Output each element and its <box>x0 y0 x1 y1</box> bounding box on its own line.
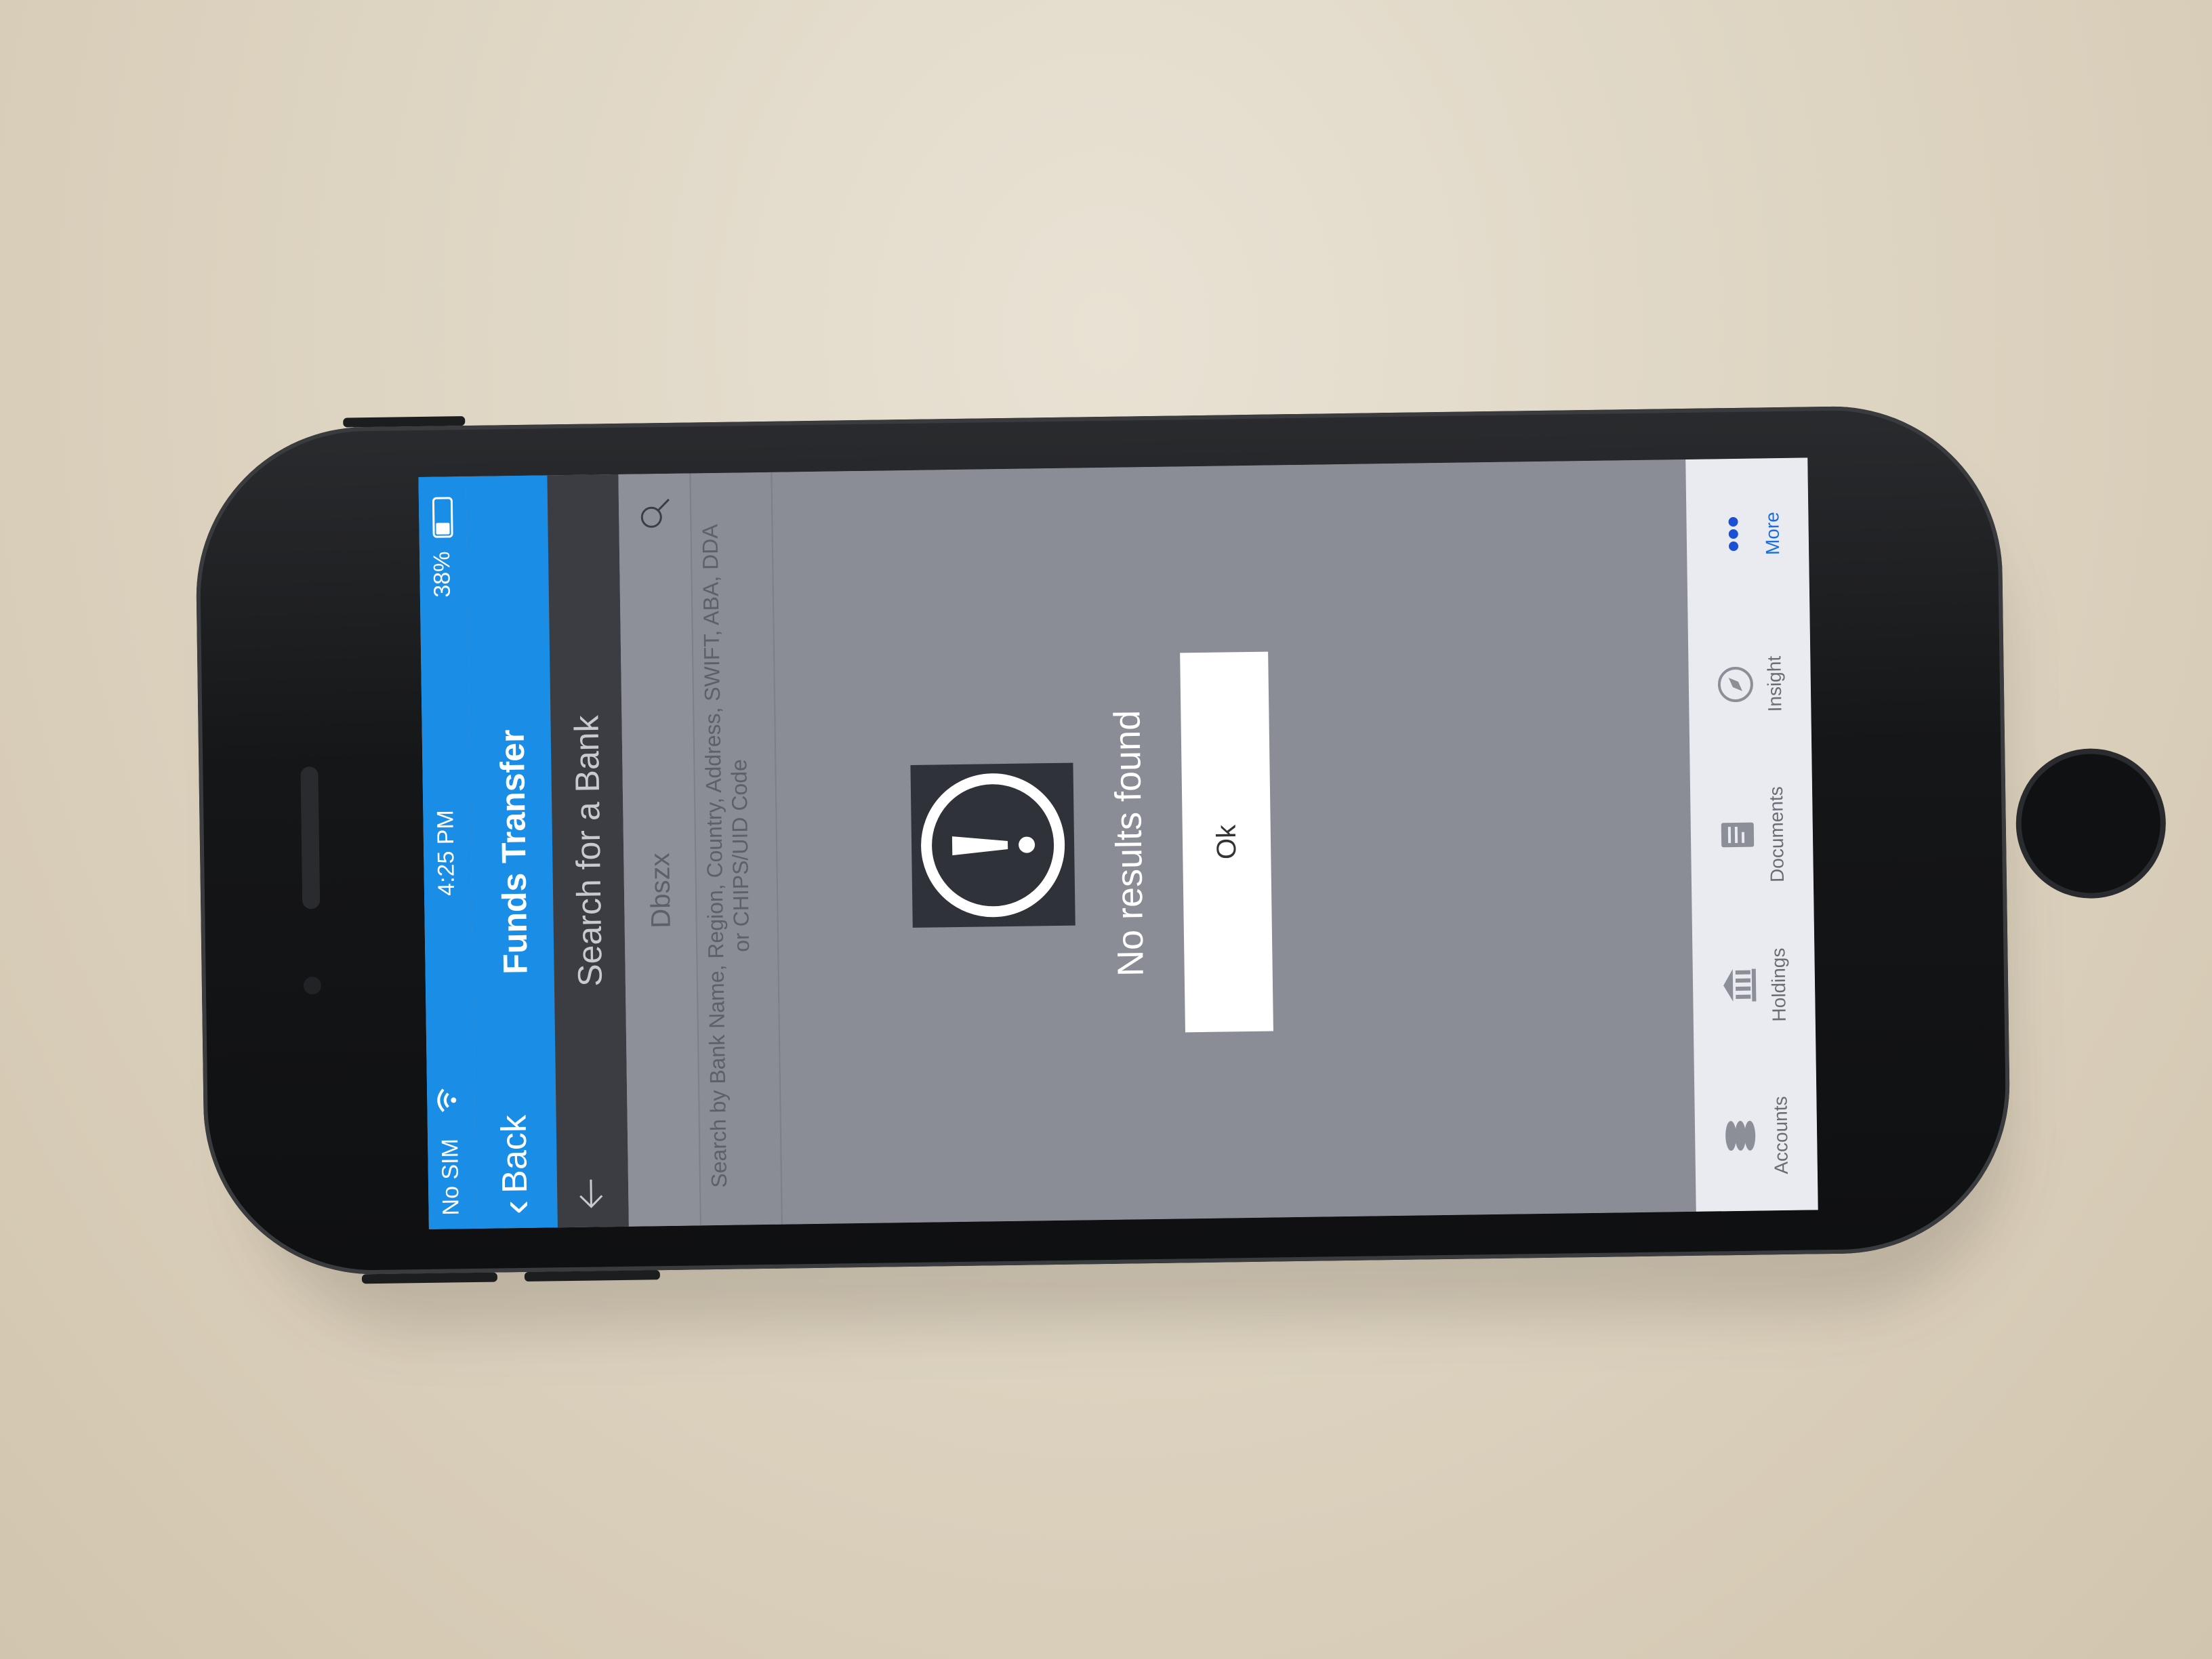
tab-documents[interactable]: Documents <box>1715 759 1788 910</box>
more-dots-icon <box>1728 516 1739 551</box>
app-ui: No SIM 4:25 PM 38% ‹ Back Funds Transfer <box>418 457 1818 1229</box>
document-icon <box>1721 822 1755 848</box>
battery-level <box>436 523 450 535</box>
search-helper-text: Search by Bank Name, Region, Country, Ad… <box>697 524 754 1188</box>
volume-down-button <box>524 1270 660 1282</box>
tab-label: More <box>1761 512 1784 556</box>
tab-insight[interactable]: Insight <box>1713 609 1786 760</box>
tab-label: Documents <box>1765 786 1788 883</box>
home-button[interactable] <box>2015 747 2167 900</box>
tab-bar: Accounts Holdings Documents Insight More <box>1685 457 1818 1212</box>
compass-icon <box>1717 666 1753 702</box>
search-input[interactable] <box>632 554 690 1227</box>
alert-dialog: No results found Ok <box>908 612 1456 1073</box>
nav-bar: ‹ Back Funds Transfer <box>466 475 558 1229</box>
alert-icon-box <box>910 762 1076 928</box>
coins-icon <box>1725 1120 1756 1151</box>
exclamation-icon <box>921 773 1065 918</box>
search-icon[interactable] <box>636 494 675 533</box>
search-header: Search for a Bank <box>547 474 629 1228</box>
ok-button[interactable]: Ok <box>1180 651 1273 1033</box>
volume-up-button <box>361 1272 498 1284</box>
power-button <box>343 416 466 428</box>
phone: No SIM 4:25 PM 38% ‹ Back Funds Transfer <box>194 404 2167 1284</box>
bank-icon <box>1723 968 1757 1002</box>
alert-message: No results found <box>1107 710 1151 977</box>
front-camera <box>303 977 322 995</box>
tab-label: Holdings <box>1767 947 1790 1022</box>
tab-more[interactable]: More <box>1711 458 1784 609</box>
search-field <box>618 473 701 1227</box>
divider <box>771 472 783 1225</box>
tab-label: Accounts <box>1769 1096 1792 1174</box>
phone-screen: No SIM 4:25 PM 38% ‹ Back Funds Transfer <box>418 457 1818 1229</box>
tab-holdings[interactable]: Holdings <box>1717 909 1791 1061</box>
tab-accounts[interactable]: Accounts <box>1719 1060 1793 1211</box>
battery-icon <box>432 497 453 538</box>
earpiece <box>300 766 321 909</box>
search-heading: Search for a Bank <box>567 715 609 987</box>
tab-label: Insight <box>1763 655 1786 712</box>
battery-percent: 38% <box>428 551 455 598</box>
